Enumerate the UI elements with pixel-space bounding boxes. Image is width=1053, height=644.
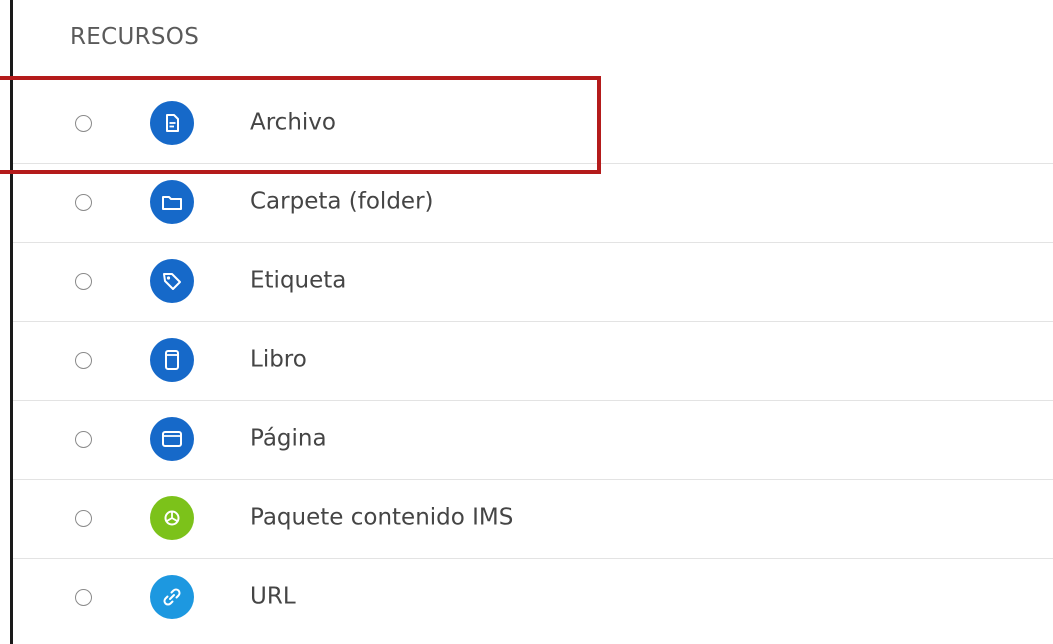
resource-option-url[interactable]: URL [13,558,1053,637]
resource-option-carpeta[interactable]: Carpeta (folder) [13,163,1053,242]
resource-chooser: RECURSOS Archivo Carpeta (folder) Etique… [0,0,1053,644]
resource-list: Archivo Carpeta (folder) Etiqueta Libro … [13,84,1053,637]
radio-button[interactable] [75,273,92,290]
resource-option-archivo[interactable]: Archivo [13,84,1053,163]
radio-button[interactable] [75,431,92,448]
resource-label: Paquete contenido IMS [250,504,514,531]
resource-option-pagina[interactable]: Página [13,400,1053,479]
radio-button[interactable] [75,194,92,211]
ims-package-icon [150,496,194,540]
file-icon [150,100,194,145]
resource-label: Archivo [250,109,336,136]
folder-icon [150,180,194,224]
resource-label: Libro [250,346,307,373]
resource-label: Página [250,425,327,452]
section-heading: RECURSOS [70,24,200,50]
tag-icon [150,259,194,303]
radio-button[interactable] [75,352,92,369]
radio-button[interactable] [75,589,92,606]
resource-option-etiqueta[interactable]: Etiqueta [13,242,1053,321]
link-icon [150,575,194,619]
resource-label: Etiqueta [250,267,347,294]
book-icon [150,338,194,382]
radio-button[interactable] [75,510,92,527]
page-icon [150,417,194,461]
resource-option-libro[interactable]: Libro [13,321,1053,400]
radio-button[interactable] [75,114,92,132]
resource-option-paquete-ims[interactable]: Paquete contenido IMS [13,479,1053,558]
resource-label: Carpeta (folder) [250,188,434,215]
resource-label: URL [250,583,296,610]
